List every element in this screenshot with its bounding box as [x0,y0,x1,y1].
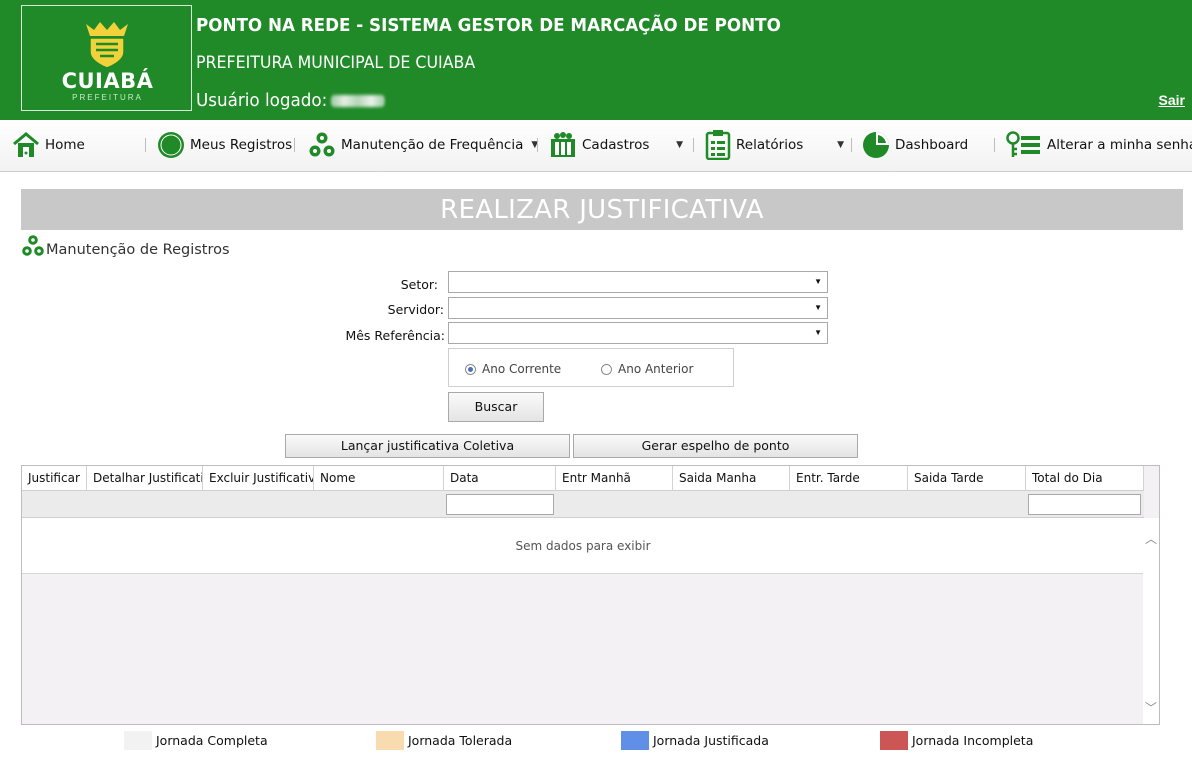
grid-filter-row [22,491,1144,518]
column-header[interactable]: Saida Manha [673,466,790,491]
year-radio-group: Ano Corrente Ano Anterior [448,348,734,387]
menu-divider [145,138,146,152]
records-grid: Justificar Detalhar Justificativa Exclui… [21,465,1160,725]
legend-item: Jornada Completa [124,730,268,750]
radio-selected-icon [465,363,476,375]
menu-home[interactable]: Home [12,129,85,161]
chevron-down-icon: ▼ [837,140,844,150]
menu-meus-registros-label: Meus Registros [190,137,293,153]
column-header[interactable]: Detalhar Justificativa [87,466,203,491]
key-list-icon [1006,131,1042,159]
pie-chart-icon [862,131,890,159]
servidor-select[interactable]: ▼ [448,297,828,319]
compass-icon [157,131,185,159]
menu-dashboard[interactable]: Dashboard [862,129,968,161]
menu-meus-registros[interactable]: Meus Registros [157,129,292,161]
section-heading: Manutenção de Registros [21,234,230,258]
gerar-espelho-button[interactable]: Gerar espelho de ponto [573,434,858,458]
menu-divider [693,138,694,152]
radio-unselected-icon [601,363,612,375]
main-menu: Home Meus Registros Manutenção de Frequê… [0,120,1192,172]
column-header[interactable]: Total do Dia [1026,466,1144,491]
menu-cadastros-label: Cadastros [582,137,650,153]
radio-ano-corrente-label: Ano Corrente [482,362,562,376]
legend-swatch [376,730,404,750]
legend-item: Jornada Tolerada [376,730,512,750]
lancar-coletiva-button[interactable]: Lançar justificativa Coletiva [285,434,570,458]
menu-manutencao-frequencia[interactable]: Manutenção de Frequência ▼ [308,129,538,161]
logged-user: Usuário logado: [196,90,385,111]
column-header[interactable]: Data [444,466,556,491]
legend-item: Jornada Incompleta [880,730,1033,750]
dropdown-arrow-icon: ▼ [814,328,822,337]
menu-divider [537,138,538,152]
mes-referencia-label: Mês Referência: [345,328,445,343]
legend-swatch [621,730,649,750]
gears-icon [308,131,336,159]
chevron-down-icon: ▼ [676,140,683,150]
column-header[interactable]: Excluir Justificativa [203,466,314,491]
coat-of-arms-icon [86,22,128,69]
cuiaba-logo: CUIABÁ PREFEITURA [21,5,192,111]
radio-ano-anterior-label: Ano Anterior [618,362,694,376]
legend-item: Jornada Justificada [621,730,769,750]
legend-label: Jornada Completa [156,732,268,748]
column-header[interactable]: Nome [314,466,444,491]
setor-label: Setor: [400,277,438,292]
dropdown-arrow-icon: ▼ [814,277,822,286]
search-button[interactable]: Buscar [448,392,544,422]
grid-scrollbar[interactable]: ︿ ﹀ [1143,518,1159,724]
column-header[interactable]: Entr. Tarde [790,466,908,491]
total-dia-filter-input[interactable] [1028,494,1141,515]
clipboard-icon [705,130,731,160]
menu-relatorios[interactable]: Relatórios ▼ [705,129,844,161]
menu-alterar-senha[interactable]: Alterar a minha senha [1006,129,1192,161]
dropdown-arrow-icon: ▼ [814,303,822,312]
menu-manutencao-label: Manutenção de Frequência [341,137,524,153]
grid-header: Justificar Detalhar Justificativa Exclui… [22,466,1144,491]
mes-referencia-select[interactable]: ▼ [448,322,828,344]
servidor-label: Servidor: [387,302,444,317]
legend-swatch [124,730,152,750]
setor-select[interactable]: ▼ [448,271,828,293]
menu-dashboard-label: Dashboard [895,137,969,153]
house-icon [12,131,40,159]
radio-ano-anterior[interactable]: Ano Anterior [601,362,693,376]
logo-text: CUIABÁ [61,69,154,93]
column-header[interactable]: Saida Tarde [908,466,1026,491]
menu-alterar-senha-label: Alterar a minha senha [1047,137,1192,153]
gears-icon [21,234,45,258]
page-title: REALIZAR JUSTIFICATIVA [21,189,1183,230]
people-icon [549,131,577,159]
column-header[interactable]: Entr Manhã [556,466,673,491]
legend-swatch [880,730,908,750]
redacted-username [330,95,385,107]
logout-link[interactable]: Sair [1159,92,1185,108]
legend-label: Jornada Justificada [653,732,769,748]
chevron-down-icon[interactable]: ﹀ [1145,699,1157,716]
column-header[interactable]: Justificar [22,466,87,491]
system-title: PONTO NA REDE - SISTEMA GESTOR DE MARCAÇ… [196,15,781,36]
app-header: CUIABÁ PREFEITURA PONTO NA REDE - SISTEM… [0,0,1192,120]
legend-label: Jornada Tolerada [408,732,513,748]
data-filter-input[interactable] [446,494,554,515]
menu-home-label: Home [45,137,85,153]
logged-user-label: Usuário logado: [196,90,328,111]
chevron-up-icon[interactable]: ︿ [1145,530,1157,547]
empty-message: Sem dados para exibir [22,518,1144,574]
logo-subtext: PREFEITURA [72,93,143,102]
section-title: Manutenção de Registros [46,242,230,258]
radio-ano-corrente[interactable]: Ano Corrente [465,362,561,376]
legend-label: Jornada Incompleta [912,732,1034,748]
menu-divider [994,138,995,152]
organization-name: PREFEITURA MUNICIPAL DE CUIABA [196,53,476,73]
menu-divider [851,138,852,152]
menu-cadastros[interactable]: Cadastros ▼ [549,129,683,161]
menu-relatorios-label: Relatórios [736,137,804,153]
menu-divider [294,138,295,152]
